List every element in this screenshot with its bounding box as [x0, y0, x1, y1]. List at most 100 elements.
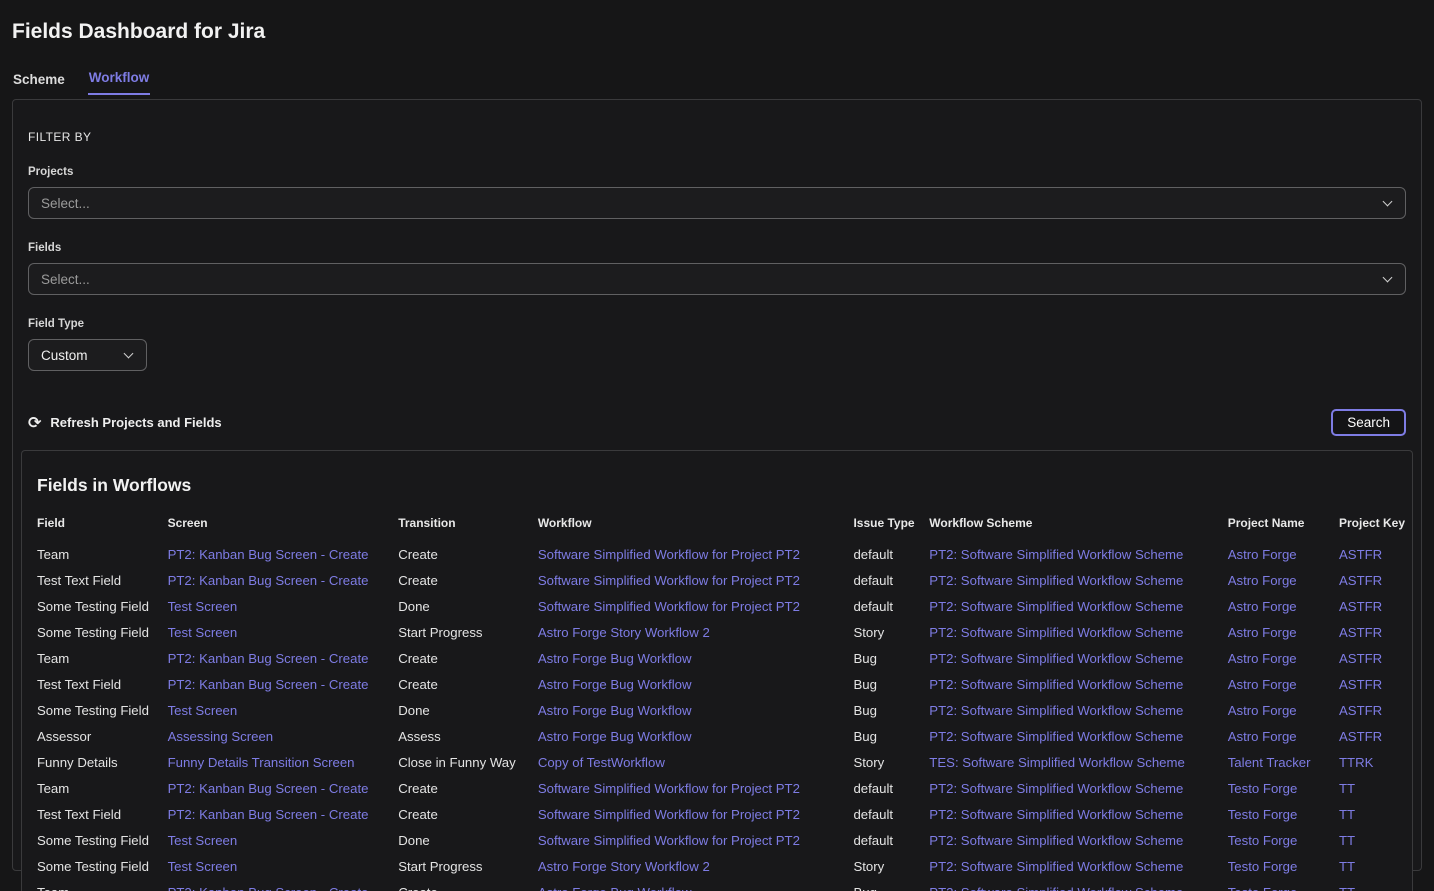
- tab-workflow[interactable]: Workflow: [88, 68, 151, 95]
- cell-transition: Create: [390, 542, 530, 568]
- project-key-link[interactable]: ASTFR: [1339, 573, 1382, 588]
- project-key-link[interactable]: ASTFR: [1339, 729, 1382, 744]
- project-key-link[interactable]: ASTFR: [1339, 547, 1382, 562]
- workflow-scheme-link[interactable]: PT2: Software Simplified Workflow Scheme: [929, 677, 1183, 692]
- workflow-link[interactable]: Software Simplified Workflow for Project…: [538, 781, 800, 796]
- screen-link[interactable]: Test Screen: [168, 833, 238, 848]
- project-key-link[interactable]: ASTFR: [1339, 677, 1382, 692]
- screen-link[interactable]: PT2: Kanban Bug Screen - Create: [168, 651, 369, 666]
- project-name-link[interactable]: Testo Forge: [1228, 807, 1298, 822]
- workflow-link[interactable]: Astro Forge Bug Workflow: [538, 651, 692, 666]
- workflow-scheme-link[interactable]: PT2: Software Simplified Workflow Scheme: [929, 651, 1183, 666]
- workflow-link[interactable]: Astro Forge Story Workflow 2: [538, 859, 710, 874]
- workflow-link[interactable]: Astro Forge Bug Workflow: [538, 703, 692, 718]
- cell-screen: Test Screen: [160, 620, 391, 646]
- field-type-select[interactable]: Custom: [28, 339, 147, 371]
- project-name-link[interactable]: Testo Forge: [1228, 885, 1298, 891]
- cell-field: Some Testing Field: [22, 594, 160, 620]
- workflow-link[interactable]: Software Simplified Workflow for Project…: [538, 807, 800, 822]
- fields-select[interactable]: Select...: [28, 263, 1406, 295]
- cell-screen: PT2: Kanban Bug Screen - Create: [160, 776, 391, 802]
- workflow-scheme-link[interactable]: PT2: Software Simplified Workflow Scheme: [929, 833, 1183, 848]
- screen-link[interactable]: Assessing Screen: [168, 729, 274, 744]
- screen-link[interactable]: Funny Details Transition Screen: [168, 755, 355, 770]
- fields-table: FieldScreenTransitionWorkflowIssue TypeW…: [22, 512, 1412, 891]
- screen-link[interactable]: PT2: Kanban Bug Screen - Create: [168, 677, 369, 692]
- screen-link[interactable]: Test Screen: [168, 703, 238, 718]
- screen-link[interactable]: Test Screen: [168, 625, 238, 640]
- workflow-scheme-link[interactable]: PT2: Software Simplified Workflow Scheme: [929, 807, 1183, 822]
- project-name-link[interactable]: Astro Forge: [1228, 729, 1297, 744]
- screen-link[interactable]: Test Screen: [168, 859, 238, 874]
- workflow-link[interactable]: Software Simplified Workflow for Project…: [538, 547, 800, 562]
- workflow-scheme-link[interactable]: PT2: Software Simplified Workflow Scheme: [929, 599, 1183, 614]
- workflow-scheme-link[interactable]: PT2: Software Simplified Workflow Scheme: [929, 625, 1183, 640]
- project-name-link[interactable]: Astro Forge: [1228, 651, 1297, 666]
- project-name-link[interactable]: Testo Forge: [1228, 781, 1298, 796]
- cell-screen: PT2: Kanban Bug Screen - Create: [160, 568, 391, 594]
- project-name-link[interactable]: Astro Forge: [1228, 677, 1297, 692]
- cell-workflow: Software Simplified Workflow for Project…: [530, 802, 846, 828]
- cell-screen: PT2: Kanban Bug Screen - Create: [160, 802, 391, 828]
- cell-project-key: ASTFR: [1331, 568, 1412, 594]
- workflow-scheme-link[interactable]: PT2: Software Simplified Workflow Scheme: [929, 781, 1183, 796]
- search-button[interactable]: Search: [1331, 409, 1406, 436]
- project-key-link[interactable]: TT: [1339, 833, 1355, 848]
- screen-link[interactable]: Test Screen: [168, 599, 238, 614]
- project-key-link[interactable]: ASTFR: [1339, 651, 1382, 666]
- workflow-link[interactable]: Software Simplified Workflow for Project…: [538, 573, 800, 588]
- tab-scheme[interactable]: Scheme: [12, 70, 66, 95]
- screen-link[interactable]: PT2: Kanban Bug Screen - Create: [168, 807, 369, 822]
- project-name-link[interactable]: Astro Forge: [1228, 625, 1297, 640]
- project-key-link[interactable]: TT: [1339, 885, 1355, 891]
- project-key-link[interactable]: ASTFR: [1339, 599, 1382, 614]
- project-key-link[interactable]: TTRK: [1339, 755, 1373, 770]
- project-key-link[interactable]: TT: [1339, 807, 1355, 822]
- workflow-scheme-link[interactable]: PT2: Software Simplified Workflow Scheme: [929, 573, 1183, 588]
- screen-link[interactable]: PT2: Kanban Bug Screen - Create: [168, 573, 369, 588]
- workflow-link[interactable]: Copy of TestWorkflow: [538, 755, 665, 770]
- cell-project-name: Testo Forge: [1220, 828, 1331, 854]
- workflow-scheme-link[interactable]: PT2: Software Simplified Workflow Scheme: [929, 703, 1183, 718]
- project-key-link[interactable]: TT: [1339, 859, 1355, 874]
- cell-screen: Test Screen: [160, 854, 391, 880]
- workflow-scheme-link[interactable]: PT2: Software Simplified Workflow Scheme: [929, 547, 1183, 562]
- chevron-down-icon: [1383, 273, 1393, 283]
- refresh-icon: ⟳: [28, 415, 41, 431]
- cell-workflow: Software Simplified Workflow for Project…: [530, 776, 846, 802]
- project-name-link[interactable]: Astro Forge: [1228, 573, 1297, 588]
- workflow-link[interactable]: Astro Forge Bug Workflow: [538, 729, 692, 744]
- cell-project-name: Astro Forge: [1220, 646, 1331, 672]
- project-key-link[interactable]: ASTFR: [1339, 625, 1382, 640]
- projects-select[interactable]: Select...: [28, 187, 1406, 219]
- screen-link[interactable]: PT2: Kanban Bug Screen - Create: [168, 885, 369, 891]
- project-key-link[interactable]: ASTFR: [1339, 703, 1382, 718]
- project-name-link[interactable]: Astro Forge: [1228, 703, 1297, 718]
- cell-workflow-scheme: TES: Software Simplified Workflow Scheme: [921, 750, 1219, 776]
- project-key-link[interactable]: TT: [1339, 781, 1355, 796]
- workflow-link[interactable]: Astro Forge Bug Workflow: [538, 677, 692, 692]
- workflow-link[interactable]: Software Simplified Workflow for Project…: [538, 599, 800, 614]
- workflow-link[interactable]: Astro Forge Bug Workflow: [538, 885, 692, 891]
- project-name-link[interactable]: Astro Forge: [1228, 547, 1297, 562]
- workflow-scheme-link[interactable]: PT2: Software Simplified Workflow Scheme: [929, 859, 1183, 874]
- cell-issue-type: Bug: [845, 880, 921, 891]
- tab-bar: Scheme Workflow: [12, 68, 1422, 95]
- workflow-scheme-link[interactable]: PT2: Software Simplified Workflow Scheme: [929, 885, 1183, 891]
- screen-link[interactable]: PT2: Kanban Bug Screen - Create: [168, 547, 369, 562]
- workflow-scheme-link[interactable]: TES: Software Simplified Workflow Scheme: [929, 755, 1185, 770]
- screen-link[interactable]: PT2: Kanban Bug Screen - Create: [168, 781, 369, 796]
- project-name-link[interactable]: Astro Forge: [1228, 599, 1297, 614]
- project-name-link[interactable]: Talent Tracker: [1228, 755, 1311, 770]
- table-row: Test Text FieldPT2: Kanban Bug Screen - …: [22, 672, 1412, 698]
- refresh-projects-button[interactable]: ⟳ Refresh Projects and Fields: [28, 415, 222, 431]
- cell-workflow-scheme: PT2: Software Simplified Workflow Scheme: [921, 698, 1219, 724]
- workflow-scheme-link[interactable]: PT2: Software Simplified Workflow Scheme: [929, 729, 1183, 744]
- cell-issue-type: default: [845, 542, 921, 568]
- cell-workflow: Software Simplified Workflow for Project…: [530, 542, 846, 568]
- workflow-link[interactable]: Software Simplified Workflow for Project…: [538, 833, 800, 848]
- project-name-link[interactable]: Testo Forge: [1228, 833, 1298, 848]
- cell-project-key: TT: [1331, 776, 1412, 802]
- workflow-link[interactable]: Astro Forge Story Workflow 2: [538, 625, 710, 640]
- project-name-link[interactable]: Testo Forge: [1228, 859, 1298, 874]
